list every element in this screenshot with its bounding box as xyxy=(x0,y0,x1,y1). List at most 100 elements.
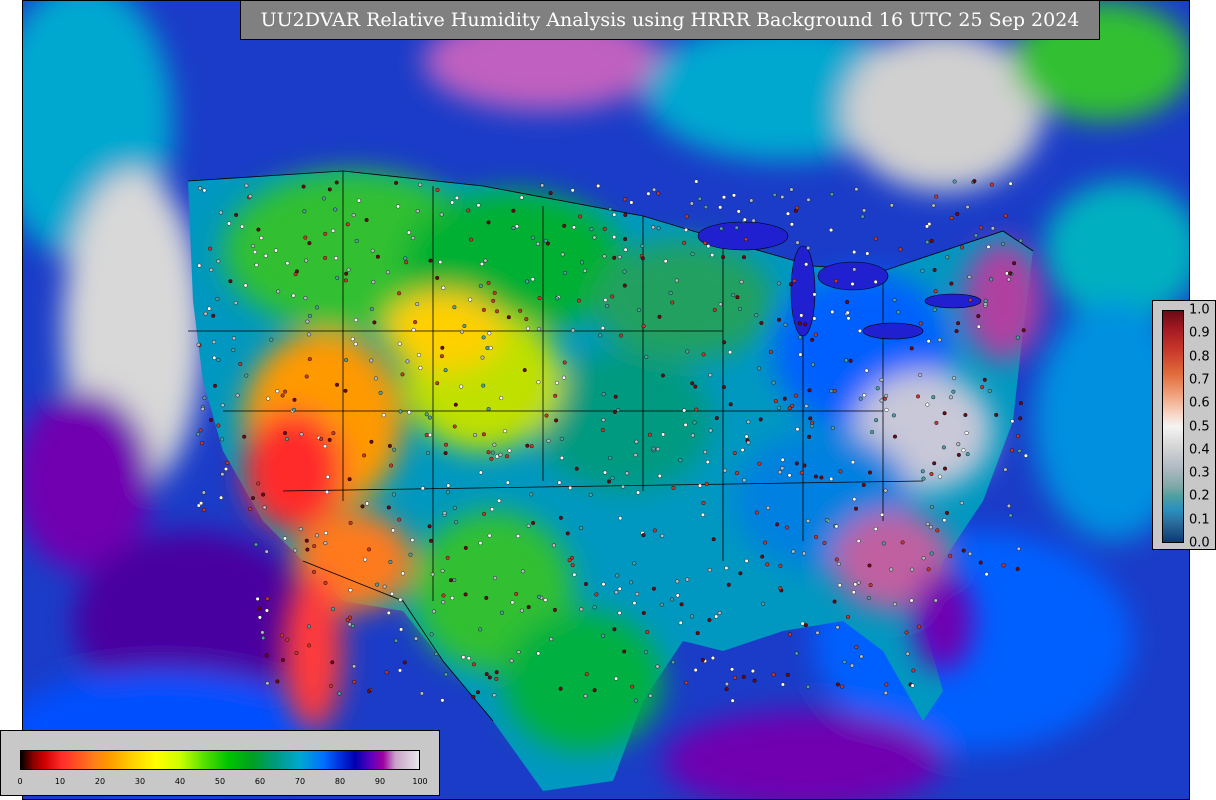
station-marker xyxy=(780,682,785,687)
station-marker xyxy=(196,342,201,347)
station-marker xyxy=(607,479,612,484)
station-marker xyxy=(952,179,957,184)
station-marker xyxy=(530,235,535,240)
station-marker xyxy=(375,582,380,587)
station-marker xyxy=(605,304,610,309)
station-marker xyxy=(280,633,285,638)
station-marker xyxy=(744,434,749,439)
station-marker xyxy=(754,510,759,515)
station-marker xyxy=(778,586,783,591)
station-marker xyxy=(835,682,840,687)
station-marker xyxy=(682,408,687,413)
station-marker xyxy=(557,480,562,485)
station-marker xyxy=(679,602,684,607)
station-marker xyxy=(1001,241,1006,246)
station-marker xyxy=(718,302,723,307)
station-marker xyxy=(608,207,613,212)
station-marker xyxy=(850,282,855,287)
station-marker xyxy=(771,672,776,677)
station-marker xyxy=(331,431,336,436)
station-marker xyxy=(754,313,759,318)
station-marker xyxy=(837,583,842,588)
station-marker xyxy=(845,310,850,315)
station-marker xyxy=(463,592,468,597)
station-marker xyxy=(1015,335,1020,340)
station-marker xyxy=(651,586,656,591)
station-marker xyxy=(323,231,328,236)
station-marker xyxy=(1010,419,1015,424)
station-marker xyxy=(315,533,320,538)
station-marker xyxy=(722,195,727,200)
station-marker xyxy=(407,410,412,415)
station-marker xyxy=(803,623,808,628)
station-marker xyxy=(640,256,645,261)
station-marker xyxy=(793,208,798,213)
station-marker xyxy=(708,428,713,433)
station-marker xyxy=(641,533,646,538)
station-marker xyxy=(509,658,514,663)
station-marker xyxy=(685,577,690,582)
station-marker xyxy=(675,593,680,598)
station-marker xyxy=(347,622,352,627)
station-marker xyxy=(614,590,619,595)
station-marker xyxy=(846,316,851,321)
station-marker xyxy=(765,562,770,567)
station-marker xyxy=(893,434,898,439)
station-marker xyxy=(344,358,349,363)
station-marker xyxy=(327,437,332,442)
station-marker xyxy=(327,187,332,192)
station-marker xyxy=(703,205,708,210)
station-marker xyxy=(757,461,762,466)
station-marker xyxy=(345,617,350,622)
station-marker xyxy=(454,195,459,200)
station-marker xyxy=(967,275,972,280)
station-marker xyxy=(526,605,531,610)
station-marker xyxy=(536,380,541,385)
station-marker xyxy=(428,258,433,263)
station-marker xyxy=(850,663,855,668)
station-marker xyxy=(749,198,754,203)
station-marker xyxy=(810,424,815,429)
station-marker xyxy=(625,471,630,476)
station-marker xyxy=(840,684,845,689)
station-marker xyxy=(584,672,589,677)
station-marker xyxy=(622,283,627,288)
station-marker xyxy=(269,337,274,342)
station-marker xyxy=(579,526,584,531)
station-marker xyxy=(283,536,288,541)
station-marker xyxy=(486,280,491,285)
rh-tick-label: 40 xyxy=(174,777,186,786)
station-marker xyxy=(390,591,395,596)
station-marker xyxy=(726,582,731,587)
station-tick-label: 0.5 xyxy=(1189,419,1210,434)
station-marker xyxy=(330,607,335,612)
station-marker xyxy=(440,568,445,573)
station-marker xyxy=(900,540,905,545)
station-marker xyxy=(732,675,737,680)
station-marker xyxy=(785,672,790,677)
station-marker xyxy=(918,321,923,326)
station-marker xyxy=(784,525,789,530)
station-marker xyxy=(511,225,516,230)
station-marker xyxy=(989,277,994,282)
station-marker xyxy=(982,377,987,382)
station-marker xyxy=(813,474,818,479)
station-marker xyxy=(690,251,695,256)
station-marker xyxy=(842,659,847,664)
station-marker xyxy=(219,495,224,500)
station-marker xyxy=(219,437,224,442)
station-marker xyxy=(768,349,773,354)
station-marker xyxy=(815,630,820,635)
station-marker xyxy=(292,397,297,402)
station-marker xyxy=(312,569,317,574)
station-marker xyxy=(771,380,776,385)
station-marker xyxy=(759,321,764,326)
station-marker xyxy=(807,434,812,439)
station-marker xyxy=(337,691,342,696)
station-marker xyxy=(429,538,434,543)
station-marker xyxy=(405,359,410,364)
station-marker xyxy=(397,291,402,296)
station-marker xyxy=(928,525,933,530)
station-tick-label: 0.9 xyxy=(1189,325,1210,341)
station-marker xyxy=(874,418,879,423)
